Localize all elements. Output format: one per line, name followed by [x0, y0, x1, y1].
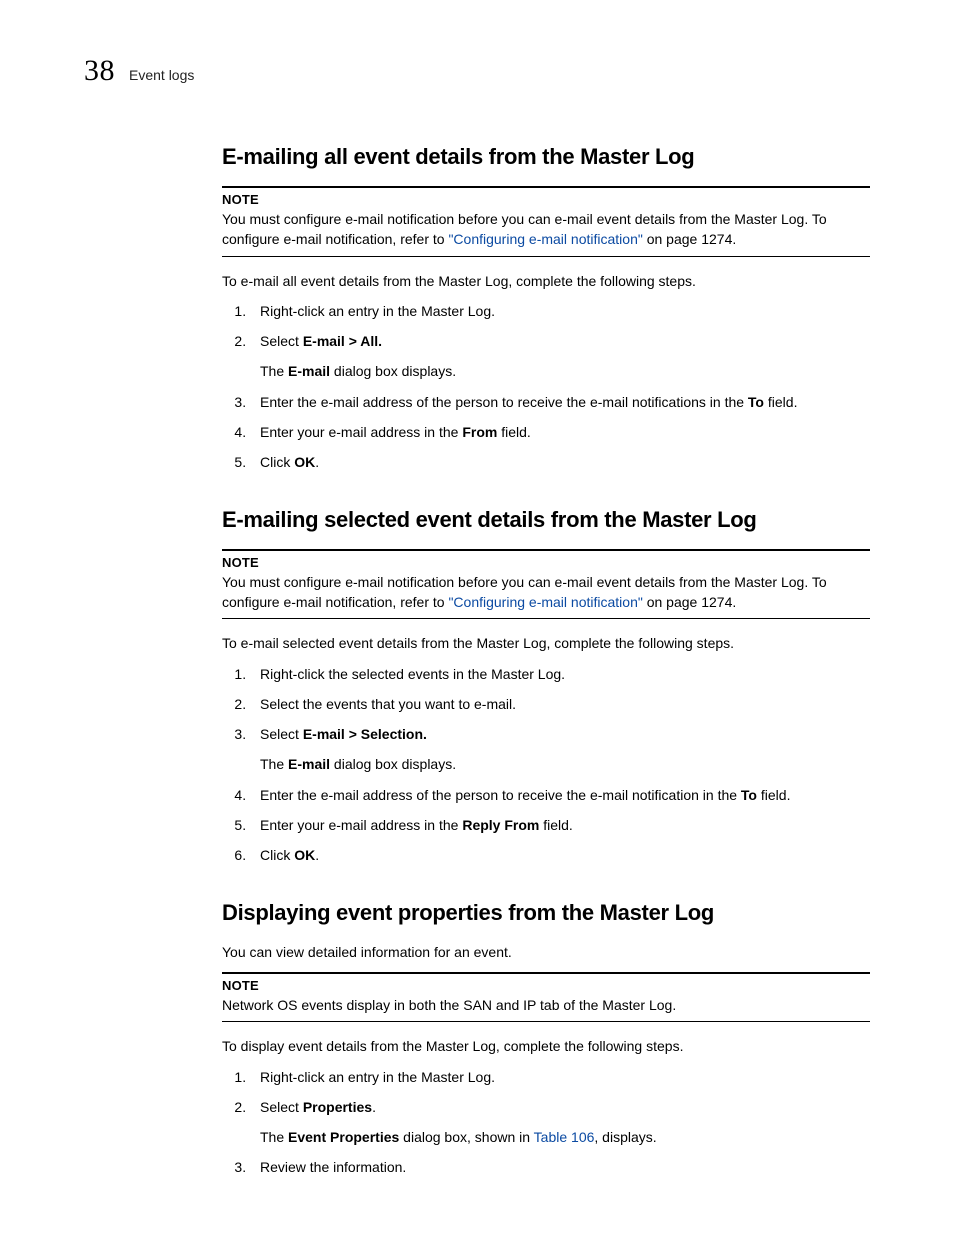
bold: From — [462, 424, 497, 440]
text: Select — [260, 726, 303, 742]
text: Enter the e-mail address of the person t… — [260, 394, 748, 410]
substep: The Event Properties dialog box, shown i… — [260, 1127, 870, 1147]
text: . — [315, 847, 319, 863]
bold: To — [741, 787, 757, 803]
step: Enter the e-mail address of the person t… — [250, 785, 870, 805]
text: Right-click an entry in the Master Log. — [260, 1069, 495, 1085]
step: Select E-mail > Selection. The E-mail di… — [250, 724, 870, 775]
page-header: 38 Event logs — [84, 54, 870, 88]
note-body: You must configure e-mail notification b… — [222, 572, 870, 613]
text: Enter the e-mail address of the person t… — [260, 787, 741, 803]
steps-list: Right-click an entry in the Master Log. … — [222, 301, 870, 473]
text: field. — [497, 424, 530, 440]
text: Review the information. — [260, 1159, 406, 1175]
bold: E-mail > Selection. — [303, 726, 427, 742]
bold: Reply From — [462, 817, 539, 833]
note-body: Network OS events display in both the SA… — [222, 995, 870, 1015]
note-label: NOTE — [222, 192, 870, 207]
intro-text: To display event details from the Master… — [222, 1036, 870, 1056]
text: The — [260, 1129, 288, 1145]
text: Select — [260, 333, 303, 349]
section-heading: E-mailing selected event details from th… — [222, 507, 870, 533]
note-label: NOTE — [222, 978, 870, 993]
note-body: You must configure e-mail notification b… — [222, 209, 870, 250]
step: Select Properties. The Event Properties … — [250, 1097, 870, 1148]
step: Select E-mail > All. The E-mail dialog b… — [250, 331, 870, 382]
step: Click OK. — [250, 452, 870, 472]
page-number: 38 — [84, 54, 115, 88]
section-heading: Displaying event properties from the Mas… — [222, 900, 870, 926]
text: on page 1274. — [643, 594, 736, 610]
text: Enter your e-mail address in the — [260, 817, 462, 833]
text: Click — [260, 454, 294, 470]
text: Enter your e-mail address in the — [260, 424, 462, 440]
text: Network OS events display in both the SA… — [222, 997, 676, 1013]
text: , displays. — [594, 1129, 656, 1145]
bold: E-mail — [288, 756, 330, 772]
note-box: NOTE Network OS events display in both t… — [222, 972, 870, 1022]
text: . — [315, 454, 319, 470]
text: field. — [757, 787, 790, 803]
step: Click OK. — [250, 845, 870, 865]
text: The — [260, 756, 288, 772]
text: Select — [260, 1099, 303, 1115]
step: Right-click the selected events in the M… — [250, 664, 870, 684]
step: Enter your e-mail address in the From fi… — [250, 422, 870, 442]
bold: OK — [294, 847, 315, 863]
step: Right-click an entry in the Master Log. — [250, 301, 870, 321]
bold: To — [748, 394, 764, 410]
bold: Properties — [303, 1099, 372, 1115]
text: . — [372, 1099, 376, 1115]
step: Select the events that you want to e-mai… — [250, 694, 870, 714]
step: Review the information. — [250, 1157, 870, 1177]
text: dialog box, shown in — [399, 1129, 533, 1145]
xref-link[interactable]: "Configuring e-mail notification" — [448, 231, 642, 247]
text: Right-click an entry in the Master Log. — [260, 303, 495, 319]
text: field. — [764, 394, 797, 410]
page: 38 Event logs E-mailing all event detail… — [0, 0, 954, 1235]
substep: The E-mail dialog box displays. — [260, 361, 870, 381]
text: Click — [260, 847, 294, 863]
text: Select the events that you want to e-mai… — [260, 696, 516, 712]
steps-list: Right-click the selected events in the M… — [222, 664, 870, 866]
bold: E-mail > All. — [303, 333, 382, 349]
step: Enter the e-mail address of the person t… — [250, 392, 870, 412]
note-box: NOTE You must configure e-mail notificat… — [222, 186, 870, 257]
step: Right-click an entry in the Master Log. — [250, 1067, 870, 1087]
text: on page 1274. — [643, 231, 736, 247]
substep: The E-mail dialog box displays. — [260, 754, 870, 774]
bold: OK — [294, 454, 315, 470]
running-title: Event logs — [129, 67, 194, 83]
text: The — [260, 363, 288, 379]
text: dialog box displays. — [330, 363, 456, 379]
steps-list: Right-click an entry in the Master Log. … — [222, 1067, 870, 1178]
intro-text: To e-mail all event details from the Mas… — [222, 271, 870, 291]
bold: E-mail — [288, 363, 330, 379]
bold: Event Properties — [288, 1129, 399, 1145]
note-label: NOTE — [222, 555, 870, 570]
body-text: You can view detailed information for an… — [222, 942, 870, 962]
section-heading: E-mailing all event details from the Mas… — [222, 144, 870, 170]
text: Right-click the selected events in the M… — [260, 666, 565, 682]
text: dialog box displays. — [330, 756, 456, 772]
step: Enter your e-mail address in the Reply F… — [250, 815, 870, 835]
intro-text: To e-mail selected event details from th… — [222, 633, 870, 653]
xref-link[interactable]: Table 106 — [534, 1129, 595, 1145]
xref-link[interactable]: "Configuring e-mail notification" — [448, 594, 642, 610]
note-box: NOTE You must configure e-mail notificat… — [222, 549, 870, 620]
content: E-mailing all event details from the Mas… — [222, 144, 870, 1178]
text: field. — [539, 817, 572, 833]
